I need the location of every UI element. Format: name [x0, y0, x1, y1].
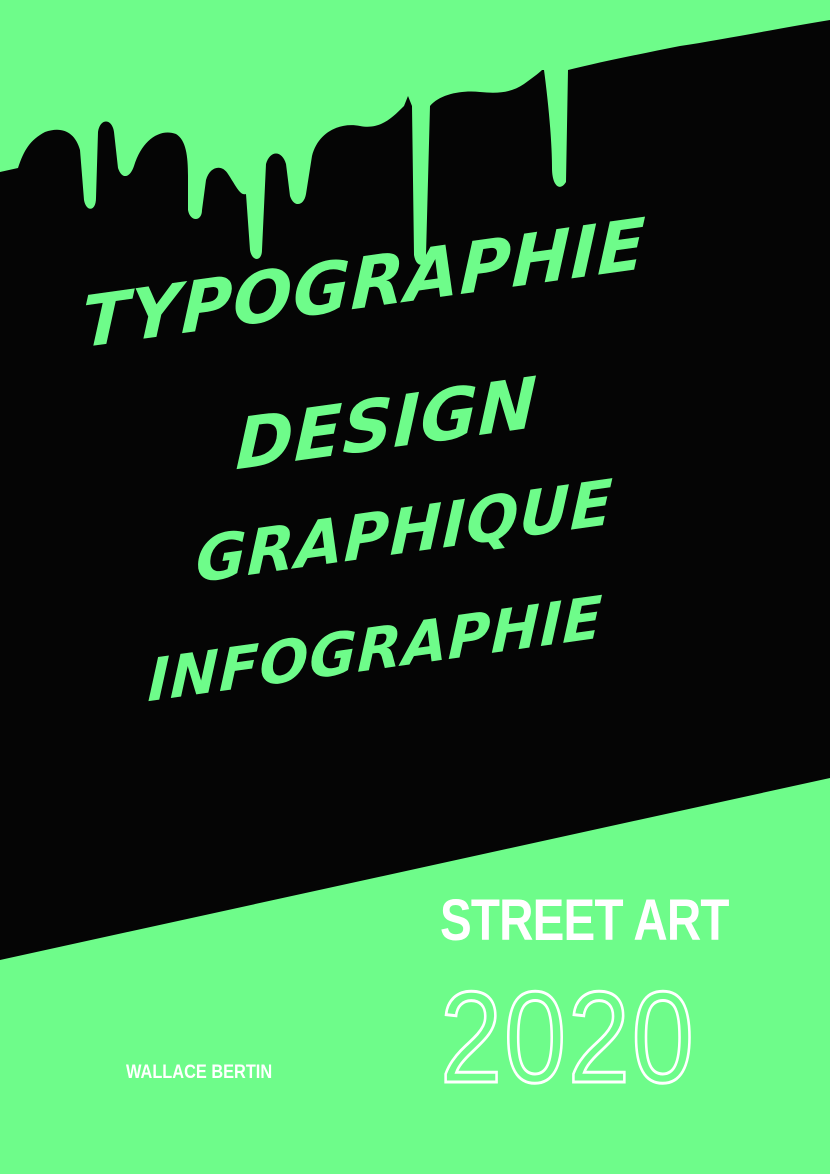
black-drip-background — [0, 20, 830, 960]
year-outline: 2020 — [439, 964, 696, 1110]
paint-drip-edge — [0, 20, 830, 960]
author-name: WALLACE BERTIN — [126, 1062, 273, 1083]
poster-cover: Typographie design graphique infographie… — [0, 0, 830, 1174]
title-street-art: STREET ART — [440, 888, 729, 953]
